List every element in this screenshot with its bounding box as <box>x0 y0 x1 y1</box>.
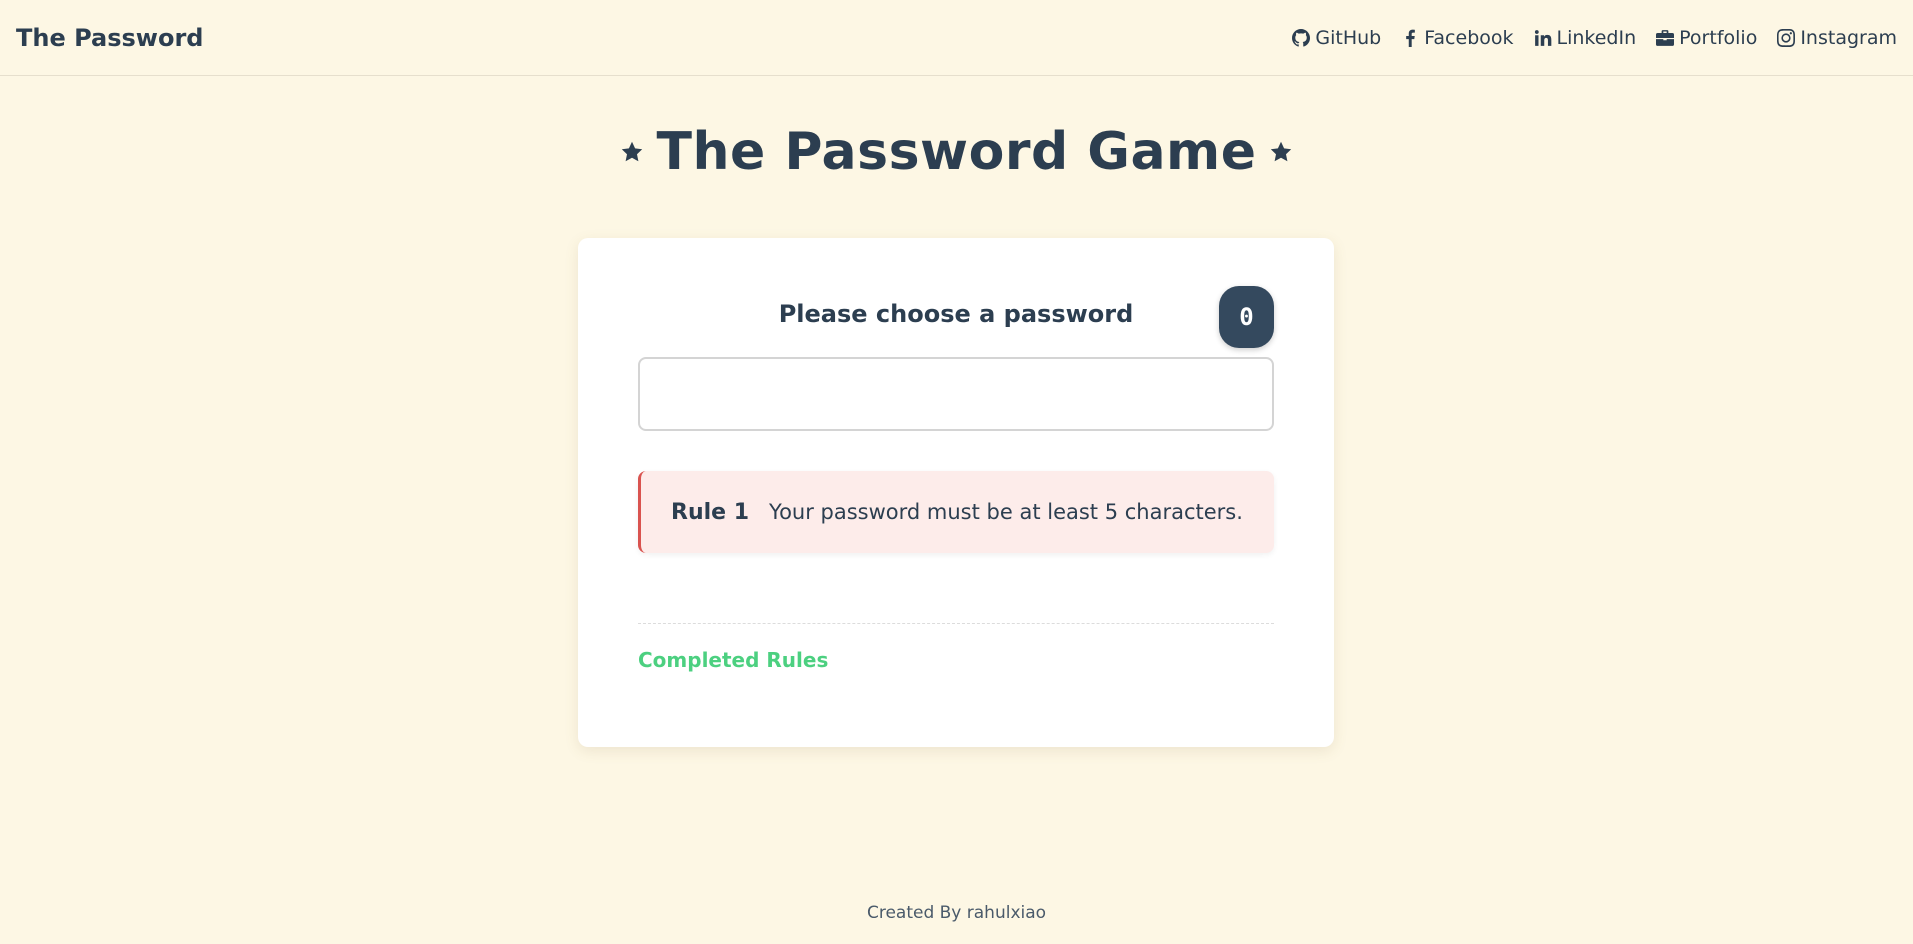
nav-link-facebook[interactable]: Facebook <box>1401 26 1514 49</box>
nav-link-instagram[interactable]: Instagram <box>1777 27 1897 49</box>
star-icon <box>622 141 643 162</box>
page-title: The Password Game <box>656 122 1257 182</box>
page-header: The Password Game <box>0 122 1913 182</box>
footer-credit: Created By rahulxiao <box>866 903 1047 923</box>
nav-link-label: Facebook <box>1424 26 1514 49</box>
nav-link-label: GitHub <box>1315 26 1382 49</box>
nav-link-portfolio[interactable]: Portfolio <box>1656 27 1757 49</box>
nav-link-label: Instagram <box>1800 26 1897 49</box>
rule-description: Your password must be at least 5 charact… <box>769 500 1243 524</box>
nav-link-label: LinkedIn <box>1556 26 1637 49</box>
nav-link-label: Portfolio <box>1679 26 1758 49</box>
character-count-badge: 0 <box>1219 286 1274 348</box>
nav-link-github[interactable]: GitHub <box>1292 27 1381 49</box>
rule-number: Rule 1 <box>671 499 750 525</box>
facebook-icon <box>1406 29 1416 47</box>
completed-rules-heading[interactable]: Completed Rules <box>638 648 828 672</box>
nav-link-linkedin[interactable]: LinkedIn <box>1534 26 1637 49</box>
briefcase-icon <box>1656 29 1675 46</box>
brand-title[interactable]: The Password <box>16 24 203 52</box>
instagram-icon <box>1777 28 1796 47</box>
section-divider <box>638 623 1274 624</box>
github-icon <box>1292 28 1311 47</box>
nav-links: GitHub Facebook LinkedIn Portfolio Insta… <box>1292 27 1897 49</box>
star-icon <box>1270 141 1291 162</box>
password-input[interactable] <box>638 357 1274 431</box>
game-card: Please choose a password 0 Rule 1 Your p… <box>578 238 1334 747</box>
rule-card: Rule 1 Your password must be at least 5 … <box>638 471 1274 553</box>
top-navbar: The Password GitHub Facebook LinkedIn Po… <box>0 0 1913 76</box>
password-prompt: Please choose a password <box>778 300 1134 328</box>
linkedin-icon <box>1534 29 1551 46</box>
